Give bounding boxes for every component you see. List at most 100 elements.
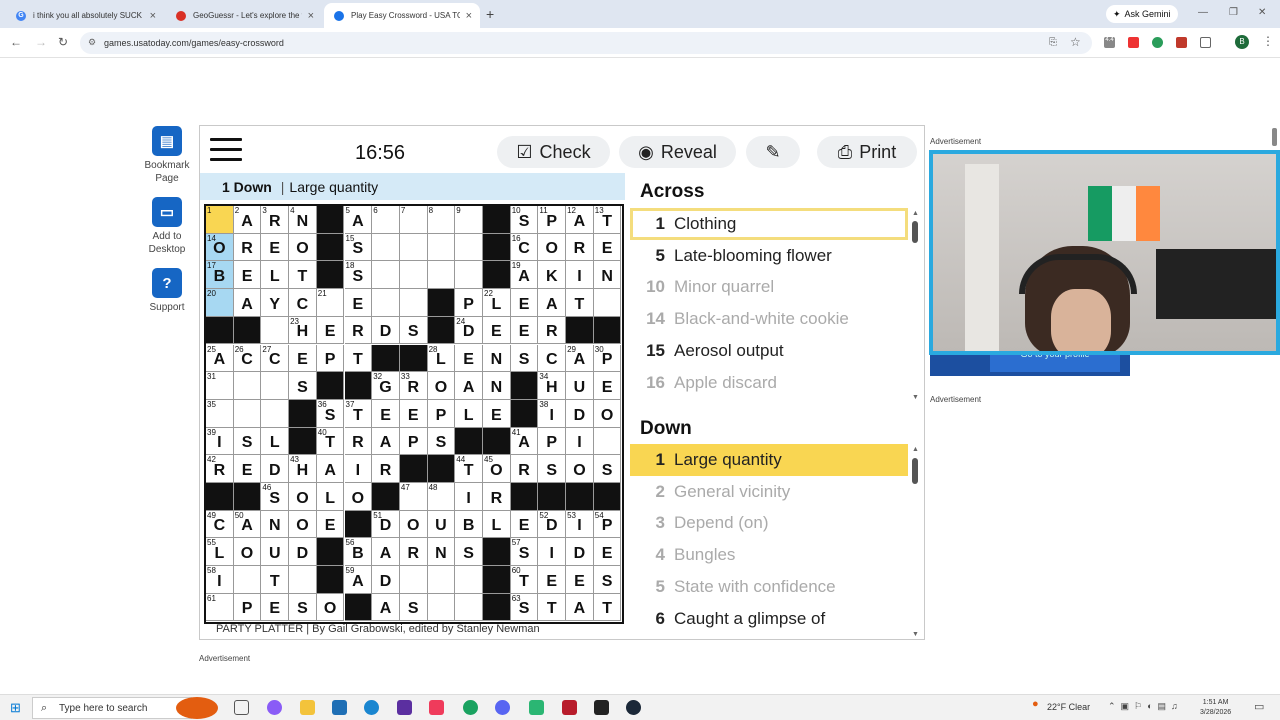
crossword-grid[interactable]: 1 2 A 3 R 4 N 5 A 6 7 8 9 10 S 11 P 12 A 13 T 14 O R E O 15 S 16 C O R E… bbox=[204, 204, 624, 624]
reveal-button[interactable]: ◉ Reveal bbox=[619, 136, 736, 168]
clue-item[interactable]: 10 Minor quarrel bbox=[630, 272, 908, 304]
browser-tab-2[interactable]: GeoGuessr - Let's explore the w × bbox=[166, 3, 322, 28]
grid-cell[interactable]: 7 bbox=[399, 206, 428, 234]
grid-cell[interactable]: S bbox=[399, 593, 428, 622]
clue-item[interactable]: 14 Black-and-white cookie bbox=[630, 303, 908, 335]
grid-cell[interactable]: R bbox=[344, 316, 373, 345]
url-field[interactable]: ⚙ games.usatoday.com/games/easy-crosswor… bbox=[80, 32, 1092, 54]
grid-cell[interactable]: D bbox=[372, 566, 400, 594]
grid-cell[interactable]: E bbox=[316, 510, 345, 539]
grid-cell[interactable]: 2A bbox=[233, 206, 262, 234]
site-info-icon[interactable]: ⚙ bbox=[88, 37, 96, 48]
clue-item[interactable]: 3 Depend (on) bbox=[630, 508, 908, 540]
scroll-up-icon[interactable]: ▲ bbox=[912, 446, 919, 453]
grid-cell[interactable]: E bbox=[344, 289, 373, 317]
grid-cell[interactable]: D bbox=[289, 538, 317, 567]
bookmark-page-button[interactable]: ▤ Bookmark Page bbox=[140, 126, 194, 185]
grid-cell[interactable]: I bbox=[566, 261, 594, 290]
grid-cell[interactable]: E bbox=[510, 316, 539, 345]
grid-cell[interactable]: 38 I bbox=[538, 399, 567, 428]
browser-tab-1[interactable]: G i think you all absolutely SUCK × bbox=[6, 3, 164, 28]
close-window-icon[interactable]: ✕ bbox=[1258, 7, 1266, 18]
grid-cell[interactable]: P bbox=[538, 427, 567, 456]
grid-cell[interactable] bbox=[399, 289, 428, 317]
grid-cell[interactable]: S bbox=[233, 427, 262, 456]
grid-cell[interactable]: 24 D bbox=[455, 316, 483, 345]
grid-cell[interactable]: 31 bbox=[206, 372, 234, 400]
grid-cell[interactable]: 9 bbox=[455, 206, 483, 234]
grid-cell[interactable]: 54 P bbox=[593, 510, 622, 539]
scroll-down-icon[interactable]: ▼ bbox=[912, 631, 919, 638]
app-green-icon[interactable] bbox=[529, 700, 544, 715]
edge-icon[interactable] bbox=[364, 700, 379, 715]
extension-counter-icon[interactable]: 4.4 bbox=[1104, 37, 1115, 48]
grid-cell[interactable]: E bbox=[538, 566, 567, 594]
grid-cell[interactable]: R bbox=[399, 538, 428, 567]
grid-cell[interactable]: O bbox=[344, 483, 373, 511]
grid-cell[interactable]: 52 D bbox=[538, 510, 567, 539]
grid-cell[interactable]: C bbox=[538, 344, 567, 373]
clue-item[interactable]: 16 Apple discard bbox=[630, 367, 908, 399]
grid-cell[interactable]: D bbox=[566, 538, 594, 567]
app-red-icon[interactable] bbox=[562, 700, 577, 715]
profile-avatar[interactable]: B bbox=[1235, 35, 1249, 49]
grid-cell[interactable]: N bbox=[261, 510, 290, 539]
grid-cell[interactable]: T bbox=[566, 289, 594, 317]
grid-cell[interactable]: E bbox=[233, 261, 262, 290]
browser-tab-3[interactable]: Play Easy Crossword - USA TOD × bbox=[324, 3, 480, 28]
system-tray-icons[interactable]: ⌃▣⚐◐▤♫ bbox=[1108, 701, 1183, 712]
grid-cell[interactable] bbox=[455, 593, 483, 622]
grid-cell[interactable] bbox=[399, 261, 428, 290]
grid-cell[interactable]: 58 I bbox=[206, 566, 234, 594]
nzxt-icon[interactable] bbox=[397, 700, 412, 715]
extension-mail-icon[interactable] bbox=[1176, 37, 1187, 48]
grid-cell[interactable]: R bbox=[538, 316, 567, 345]
clue-item[interactable]: 1 Large quantity bbox=[630, 444, 908, 476]
grid-cell[interactable]: 36 S bbox=[316, 399, 345, 428]
grid-cell[interactable]: O bbox=[289, 483, 317, 511]
grid-cell[interactable]: 30 P bbox=[593, 344, 622, 373]
grid-cell[interactable] bbox=[261, 372, 290, 400]
steam-icon[interactable] bbox=[626, 700, 641, 715]
grid-cell[interactable]: C bbox=[289, 289, 317, 317]
grid-cell[interactable]: I bbox=[344, 455, 373, 483]
grid-cell[interactable]: T bbox=[289, 261, 317, 290]
grid-cell[interactable]: A bbox=[372, 593, 400, 622]
grid-cell[interactable]: O bbox=[316, 593, 345, 622]
grid-cell[interactable]: 39 I bbox=[206, 427, 234, 456]
grid-cell[interactable]: 41 A bbox=[510, 427, 539, 456]
grid-cell[interactable]: L bbox=[261, 261, 290, 290]
grid-cell[interactable]: 10 S bbox=[510, 206, 539, 234]
grid-cell[interactable]: L bbox=[316, 483, 345, 511]
grid-cell[interactable]: E bbox=[316, 316, 345, 345]
clue-item[interactable]: 4 Bungles bbox=[630, 539, 908, 571]
grid-cell[interactable]: 32 G bbox=[372, 372, 400, 400]
grid-cell[interactable]: 48 bbox=[427, 483, 456, 511]
grid-cell[interactable]: 17 B bbox=[206, 261, 234, 290]
grid-cell[interactable]: E bbox=[233, 455, 262, 483]
grid-cell[interactable]: 27 C bbox=[261, 344, 290, 373]
grid-cell[interactable]: 1 bbox=[206, 206, 234, 234]
grid-cell[interactable]: 37 T bbox=[344, 399, 373, 428]
music-icon[interactable] bbox=[429, 700, 444, 715]
grid-cell[interactable]: P bbox=[316, 344, 345, 373]
grid-cell[interactable]: 25 A bbox=[206, 344, 234, 373]
grid-cell[interactable]: 55 L bbox=[206, 538, 234, 567]
back-icon[interactable]: ← bbox=[10, 35, 22, 49]
grid-cell[interactable]: 59 A bbox=[344, 566, 373, 594]
grid-cell[interactable]: E bbox=[483, 316, 511, 345]
check-button[interactable]: ☑ Check bbox=[497, 136, 610, 168]
grid-cell[interactable]: 15 S bbox=[344, 233, 373, 262]
grid-cell[interactable]: O bbox=[289, 510, 317, 539]
chrome-icon[interactable] bbox=[463, 700, 478, 715]
across-scrollbar[interactable] bbox=[912, 221, 918, 243]
grid-cell[interactable]: S bbox=[538, 455, 567, 483]
grid-cell[interactable]: 6 bbox=[372, 206, 400, 234]
menu-kebab-icon[interactable]: ⋮ bbox=[1262, 34, 1274, 48]
grid-cell[interactable]: 46 S bbox=[261, 483, 290, 511]
grid-cell[interactable]: O bbox=[427, 372, 456, 400]
grid-cell[interactable]: A bbox=[455, 372, 483, 400]
grid-cell[interactable]: 61 bbox=[206, 593, 234, 622]
grid-cell[interactable] bbox=[372, 261, 400, 290]
grid-cell[interactable] bbox=[427, 261, 456, 290]
